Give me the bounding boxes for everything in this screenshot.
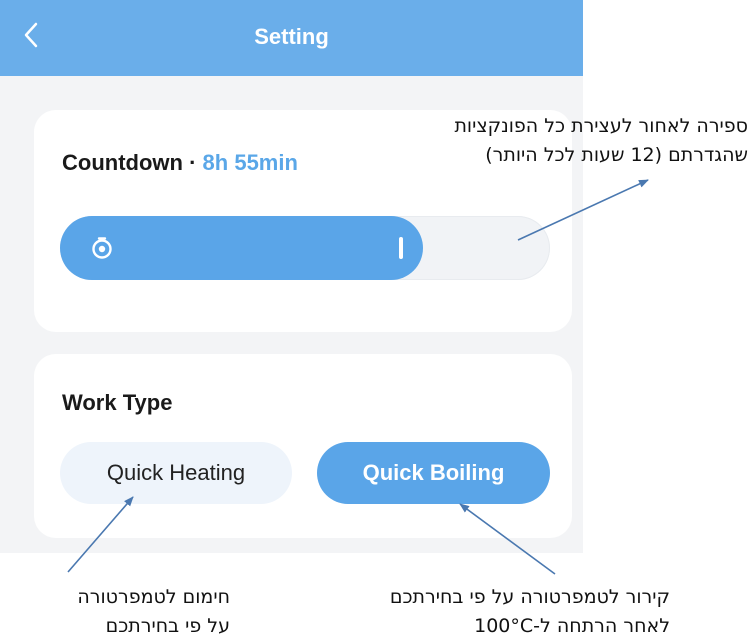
boiling-arrow [459, 503, 556, 575]
annotation-arrows [67, 179, 649, 575]
heating-arrow [67, 496, 134, 573]
countdown-arrow [517, 179, 649, 241]
